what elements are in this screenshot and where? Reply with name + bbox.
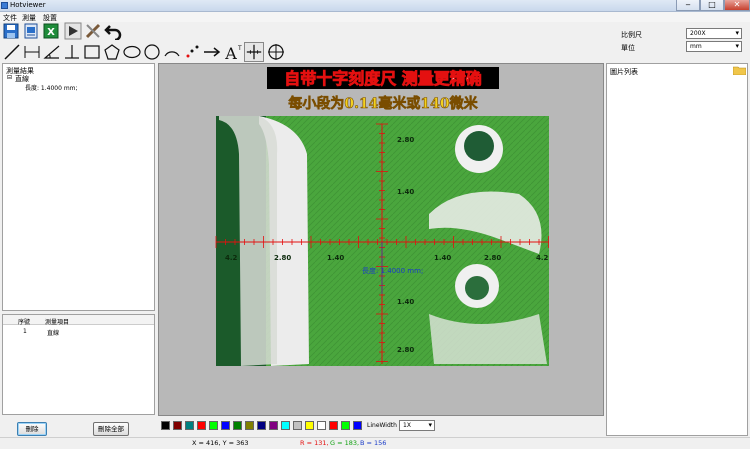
svg-text:T: T — [237, 45, 242, 52]
measurement-label: 長度: 1.4000 mm; — [362, 266, 423, 275]
scale-label: 比例尺 — [621, 31, 642, 39]
color-swatch[interactable] — [317, 421, 326, 430]
svg-text:X: X — [47, 27, 55, 38]
points-tool-icon[interactable] — [182, 42, 202, 62]
via-inner-top — [464, 131, 494, 161]
maximize-button[interactable]: □ — [700, 0, 724, 11]
delete-all-button[interactable]: 刪除全部 — [93, 422, 129, 436]
print-icon[interactable] — [22, 22, 40, 40]
tick-label-left-1: 1.40 — [327, 254, 344, 262]
menu-bar: 文件 測量 設置 — [0, 12, 750, 22]
promo-banner-subtitle: 每小段为0.14毫米或140微米 — [288, 95, 478, 112]
app-icon — [1, 2, 8, 9]
main-toolbar: X — [0, 22, 140, 42]
unit-select[interactable]: mm — [686, 41, 742, 52]
text-tool-icon[interactable]: AT — [222, 42, 242, 62]
line-tool-icon[interactable] — [2, 42, 22, 62]
dimension-tool-icon[interactable] — [22, 42, 42, 62]
undo-icon[interactable] — [104, 22, 122, 40]
cursor-coordinates: X = 416, Y = 363 — [192, 439, 249, 447]
color-swatch[interactable] — [233, 421, 242, 430]
column-item: 測量項目 — [45, 319, 70, 326]
table-header: 序號 測量項目 — [3, 315, 154, 326]
folder-icon[interactable] — [733, 65, 746, 75]
color-swatch[interactable] — [257, 421, 266, 430]
color-swatch[interactable] — [221, 421, 230, 430]
tick-label-far-left: 4.2 — [225, 254, 238, 262]
color-swatch[interactable] — [329, 421, 338, 430]
pixel-blue-value: B = 156 — [360, 439, 387, 447]
window-title: Hotviewer — [10, 1, 46, 9]
polygon-tool-icon[interactable] — [102, 42, 122, 62]
tick-label-left-2: 2.80 — [274, 254, 291, 262]
arc-tool-icon[interactable] — [162, 42, 182, 62]
rectangle-tool-icon[interactable] — [82, 42, 102, 62]
color-swatch[interactable] — [161, 421, 170, 430]
excel-export-icon[interactable]: X — [42, 22, 60, 40]
tick-label-top-2: 2.80 — [397, 136, 414, 144]
tick-label-top-1: 1.40 — [397, 188, 414, 196]
color-swatch[interactable] — [305, 421, 314, 430]
svg-text:A: A — [224, 44, 237, 62]
line-width-select[interactable]: 1X — [399, 420, 435, 431]
line-width-label: LineWidth — [367, 422, 397, 429]
delete-button[interactable]: 刪除 — [17, 422, 47, 436]
play-icon[interactable] — [64, 22, 82, 40]
ellipse-tool-icon[interactable] — [122, 42, 142, 62]
pixel-green-value: G = 183, — [330, 439, 360, 447]
angle-tool-icon[interactable] — [42, 42, 62, 62]
tick-label-bottom-2: 2.80 — [397, 346, 414, 354]
color-swatch[interactable] — [209, 421, 218, 430]
color-swatch[interactable] — [281, 421, 290, 430]
table-row[interactable]: 1 直線 — [3, 327, 154, 337]
via-inner-bottom — [465, 276, 489, 300]
unit-label: 單位 — [621, 44, 635, 52]
perpendicular-tool-icon[interactable] — [62, 42, 82, 62]
tick-label-right-1: 1.40 — [434, 254, 451, 262]
close-button[interactable]: ✕ — [724, 0, 750, 11]
status-bar: X = 416, Y = 363 R = 131, G = 183, B = 1… — [0, 437, 750, 449]
shape-toolbar: AT — [0, 42, 300, 62]
tools-icon[interactable] — [84, 22, 102, 40]
color-swatch[interactable] — [197, 421, 206, 430]
save-icon[interactable] — [2, 22, 20, 40]
tree-leaf-length[interactable]: 長度: 1.4000 mm; — [25, 83, 78, 92]
title-bar: Hotviewer ‒ □ ✕ — [0, 0, 750, 12]
color-swatch[interactable] — [245, 421, 254, 430]
measurement-items-table: 序號 測量項目 1 直線 — [2, 314, 155, 415]
picture-list-panel: 圖片列表 — [606, 63, 748, 436]
arrow-tool-icon[interactable] — [202, 42, 222, 62]
color-swatch[interactable] — [185, 421, 194, 430]
microscope-view[interactable]: 2.80 1.40 1.40 2.80 2.80 1.40 1.40 2.80 … — [159, 64, 604, 416]
crosshair-ruler-tool-icon[interactable] — [244, 42, 264, 62]
row-item: 直線 — [47, 330, 60, 337]
circle-crosshair-tool-icon[interactable] — [266, 42, 286, 62]
picture-list-header: 圖片列表 — [610, 68, 638, 76]
scale-select[interactable]: 200X — [686, 28, 742, 39]
tick-label-right-2: 2.80 — [484, 254, 501, 262]
promo-banner-title: 自带十字刻度尺 测量更精确 — [284, 69, 482, 88]
circle-tool-icon[interactable] — [142, 42, 162, 62]
column-index: 序號 — [18, 319, 31, 326]
color-swatch[interactable] — [173, 421, 182, 430]
minimize-button[interactable]: ‒ — [676, 0, 700, 11]
tree-collapse-icon[interactable]: ⊟ — [7, 74, 12, 81]
measurement-results-panel: 測量結果 ⊟ 直線 長度: 1.4000 mm; — [2, 63, 155, 311]
color-swatch[interactable] — [353, 421, 362, 430]
color-swatch[interactable] — [269, 421, 278, 430]
pixel-red-value: R = 131, — [300, 439, 329, 447]
image-canvas[interactable]: 2.80 1.40 1.40 2.80 2.80 1.40 1.40 2.80 … — [158, 63, 604, 416]
tick-label-bottom-1: 1.40 — [397, 298, 414, 306]
color-swatch[interactable] — [341, 421, 350, 430]
tick-label-right-3: 4.2 — [536, 254, 549, 262]
row-index: 1 — [23, 328, 27, 335]
color-swatch[interactable] — [293, 421, 302, 430]
